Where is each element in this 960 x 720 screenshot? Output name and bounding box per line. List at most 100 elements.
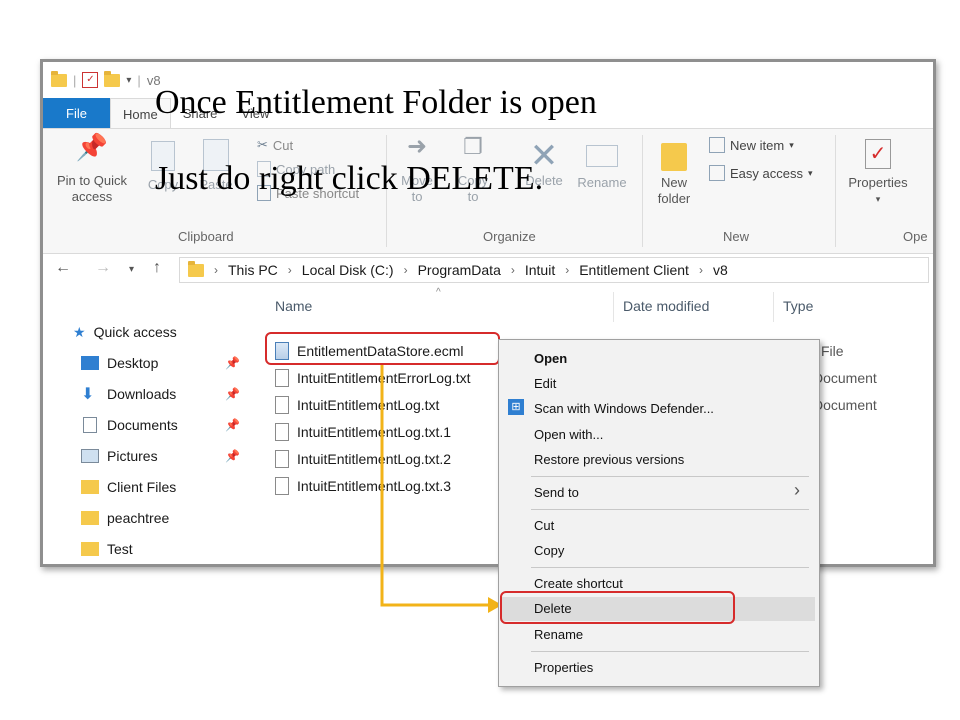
column-header-date-modified[interactable]: Date modified	[623, 298, 709, 314]
new-folder-button[interactable]: New folder	[649, 139, 699, 207]
menu-item-send-to[interactable]: Send to	[534, 485, 579, 500]
breadcrumb-v8[interactable]: v8	[713, 262, 728, 278]
menu-separator	[531, 651, 809, 652]
nav-peachtree[interactable]: peachtree	[81, 507, 169, 529]
pin-icon[interactable]: 📌	[225, 356, 240, 370]
dropdown-icon: ▾	[789, 139, 794, 150]
breadcrumb-programdata[interactable]: ProgramData	[418, 262, 501, 278]
windows-defender-icon: ⊞	[508, 399, 524, 415]
desktop-icon	[81, 356, 99, 370]
recent-locations-icon[interactable]: ▾	[129, 264, 134, 275]
group-divider	[835, 135, 836, 247]
properties-check-icon: ✓	[865, 139, 891, 169]
breadcrumb-intuit[interactable]: Intuit	[525, 262, 555, 278]
menu-item-cut[interactable]: Cut	[534, 518, 554, 533]
nav-pictures[interactable]: Pictures	[81, 445, 158, 467]
nav-label: Quick access	[93, 324, 177, 340]
chevron-right-icon: ›	[794, 480, 800, 500]
nav-test[interactable]: Test	[81, 538, 133, 560]
sort-caret-icon: ^	[436, 287, 441, 298]
column-divider[interactable]	[613, 292, 614, 322]
customize-dropdown-icon[interactable]: ▾	[126, 75, 131, 86]
folder-icon[interactable]	[51, 70, 67, 87]
nav-label: Desktop	[107, 355, 159, 371]
nav-label: Downloads	[107, 386, 177, 402]
up-arrow-icon[interactable]: ↑	[153, 259, 161, 277]
folder-icon	[81, 480, 99, 494]
cut-button[interactable]: ✂ Cut	[257, 137, 293, 153]
column-divider[interactable]	[773, 292, 774, 322]
breadcrumb-local-disk[interactable]: Local Disk (C:)	[302, 262, 394, 278]
group-divider	[642, 135, 643, 247]
address-bar-row: ← → ▾ ↑ › This PC › Local Disk (C:) › Pr…	[43, 254, 933, 288]
new-folder-icon[interactable]	[104, 70, 121, 87]
group-label-organize: Organize	[483, 229, 536, 244]
chevron-right-icon: ›	[565, 263, 570, 277]
back-arrow-icon[interactable]: ←	[55, 259, 71, 277]
context-menu: Open Edit ⊞ Scan with Windows Defender..…	[498, 339, 820, 687]
nav-label: peachtree	[107, 510, 170, 526]
menu-separator	[531, 567, 809, 568]
menu-separator	[531, 509, 809, 510]
caption-line-2: Just do right click DELETE.	[155, 160, 544, 197]
documents-icon	[83, 417, 97, 433]
text-file-icon	[275, 396, 289, 414]
address-bar[interactable]: › This PC › Local Disk (C:) › ProgramDat…	[179, 257, 929, 283]
menu-separator	[531, 476, 809, 477]
new-folder-icon	[661, 143, 687, 171]
file-icon	[275, 477, 289, 495]
download-arrow-icon: ⬇	[81, 386, 95, 403]
menu-item-create-shortcut[interactable]: Create shortcut	[534, 576, 623, 591]
breadcrumb-entitlement-client[interactable]: Entitlement Client	[579, 262, 689, 278]
nav-downloads[interactable]: ⬇ Downloads	[81, 383, 176, 405]
nav-documents[interactable]: Documents	[81, 414, 178, 436]
properties-label: Properties	[848, 175, 908, 190]
nav-quick-access[interactable]: ★ Quick access	[73, 321, 177, 343]
group-label-open: Ope	[903, 229, 928, 244]
nav-label: Documents	[107, 417, 178, 433]
file-icon	[275, 423, 289, 441]
menu-item-restore-versions[interactable]: Restore previous versions	[534, 452, 684, 467]
chevron-right-icon: ›	[214, 263, 218, 277]
new-item-button[interactable]: New item ▾	[709, 137, 794, 153]
text-file-icon	[275, 369, 289, 387]
new-item-icon	[709, 137, 725, 153]
easy-access-icon	[709, 165, 725, 181]
star-icon: ★	[73, 323, 86, 340]
properties-ribbon-button[interactable]: ✓ Properties ▾	[841, 139, 915, 207]
nav-client-files[interactable]: Client Files	[81, 476, 176, 498]
properties-check-icon[interactable]: ✓	[82, 72, 99, 88]
pin-to-quick-access-button[interactable]: 📌 Pin to Quick access	[47, 132, 137, 205]
nav-desktop[interactable]: Desktop	[81, 352, 158, 374]
file-type: Document	[813, 397, 877, 413]
menu-item-properties[interactable]: Properties	[534, 660, 593, 675]
forward-arrow-icon[interactable]: →	[95, 259, 111, 277]
menu-item-open-with[interactable]: Open with...	[534, 427, 603, 442]
menu-item-scan-defender[interactable]: Scan with Windows Defender...	[534, 401, 714, 416]
easy-access-label: Easy access	[730, 165, 803, 181]
pin-icon[interactable]: 📌	[225, 449, 240, 463]
tab-file[interactable]: File	[43, 98, 110, 128]
chevron-right-icon: ›	[510, 263, 515, 277]
arrow-line	[380, 365, 488, 607]
pin-icon[interactable]: 📌	[225, 418, 240, 432]
rename-button[interactable]: Rename	[575, 139, 629, 191]
menu-item-open[interactable]: Open	[534, 351, 567, 366]
menu-item-copy[interactable]: Copy	[534, 543, 564, 558]
folder-icon	[81, 511, 99, 525]
menu-item-rename[interactable]: Rename	[534, 627, 583, 642]
pin-icon[interactable]: 📌	[225, 387, 240, 401]
pin-icon: 📌	[75, 132, 109, 162]
easy-access-button[interactable]: Easy access ▾	[709, 165, 813, 181]
column-header-name[interactable]: Name	[275, 298, 312, 314]
nav-label: Client Files	[107, 479, 177, 495]
delete-highlight	[500, 591, 735, 624]
file-type: Document	[813, 370, 877, 386]
column-header-type[interactable]: Type	[783, 298, 813, 314]
menu-item-edit[interactable]: Edit	[534, 376, 556, 391]
breadcrumb-this-pc[interactable]: This PC	[228, 262, 278, 278]
pin-label: Pin to Quick	[56, 173, 128, 188]
chevron-right-icon: ›	[403, 263, 408, 277]
group-label-clipboard: Clipboard	[178, 229, 234, 244]
scissors-icon: ✂	[257, 137, 268, 152]
